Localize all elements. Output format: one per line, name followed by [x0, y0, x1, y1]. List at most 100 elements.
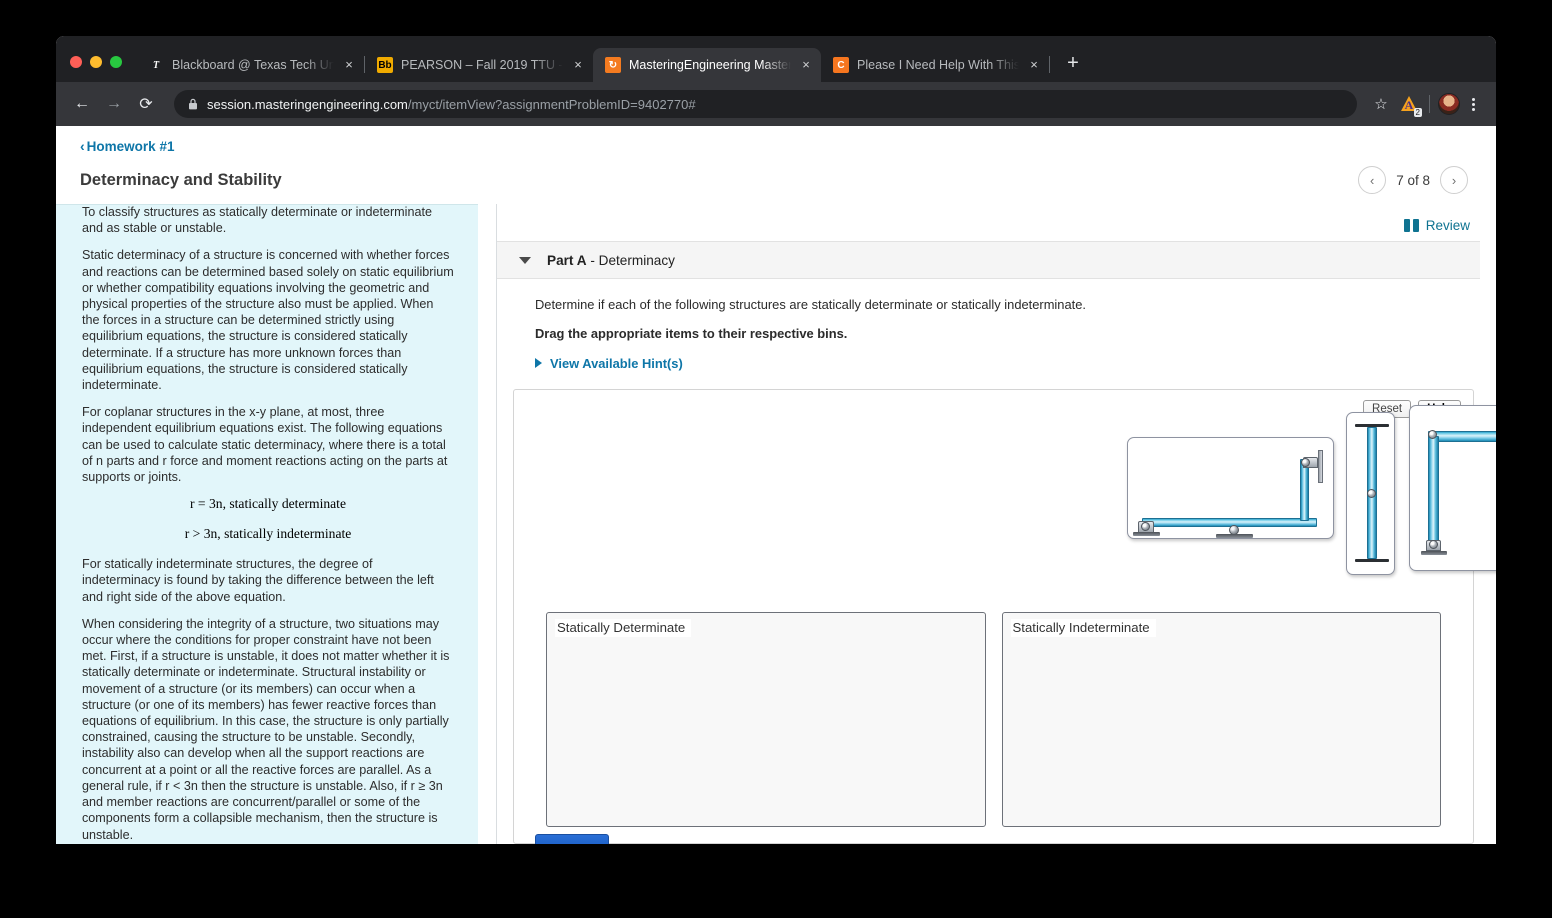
part-a-label: Part A - Determinacy: [547, 253, 675, 268]
panel-gap: [478, 204, 496, 844]
beam-member: [1142, 517, 1317, 527]
wall-support: [1318, 449, 1323, 483]
left-column-member: [1428, 435, 1439, 546]
tab-strip: T Blackboard @ Texas Tech Unive × Bb PEA…: [56, 36, 1496, 82]
svg-text:A: A: [1405, 98, 1414, 112]
problem-intro-panel: To classify structures as statically det…: [56, 204, 478, 844]
problem-pager: ‹ 7 of 8 ›: [1358, 166, 1472, 194]
bin-statically-determinate[interactable]: Statically Determinate: [546, 611, 986, 827]
submit-button[interactable]: [535, 834, 609, 844]
drag-and-drop-widget: Reset Help: [513, 388, 1496, 844]
browser-window: T Blackboard @ Texas Tech Unive × Bb PEA…: [56, 36, 1496, 844]
reload-button[interactable]: ⟳: [132, 90, 160, 118]
pin-joint-icon: [1301, 457, 1310, 467]
address-bar[interactable]: session.masteringengineering.com/myct/it…: [174, 90, 1357, 118]
close-icon[interactable]: ×: [342, 58, 356, 72]
question-prompt: Determine if each of the following struc…: [535, 297, 1086, 312]
part-subtitle: Determinacy: [598, 252, 675, 268]
tab-title: Please I Need Help With This Q: [857, 58, 1019, 72]
url-host: session.masteringengineering.com: [207, 96, 408, 112]
back-button[interactable]: ←: [68, 90, 96, 118]
pin-joint-icon: [1429, 539, 1438, 549]
review-link[interactable]: Review: [1403, 218, 1470, 233]
extension-badge: 2: [1413, 108, 1422, 117]
draggable-item-vertical-column-structure[interactable]: [1346, 411, 1395, 575]
review-label: Review: [1425, 218, 1470, 233]
pin-joint-icon: [1367, 488, 1376, 498]
bottom-fixed-support: [1355, 558, 1389, 562]
chevron-left-icon: ‹: [80, 138, 85, 154]
vertical-member: [1300, 458, 1309, 521]
browser-tab-blackboard[interactable]: T Blackboard @ Texas Tech Unive ×: [136, 48, 364, 82]
tab-title: Blackboard @ Texas Tech Unive: [172, 58, 334, 72]
breadcrumb-label: Homework #1: [86, 138, 175, 154]
address-bar-url: session.masteringengineering.com/myct/it…: [207, 97, 696, 112]
caret-down-icon[interactable]: [519, 256, 531, 264]
new-tab-button[interactable]: +: [1058, 49, 1088, 79]
problem-counter: 7 of 8: [1396, 172, 1430, 188]
tab-title: MasteringEngineering Masterin: [629, 58, 791, 72]
intro-paragraph-4: When considering the integrity of a stru…: [82, 616, 450, 842]
answer-bins: Statically Determinate Statically Indete…: [546, 611, 1441, 827]
browser-tab-pearson[interactable]: Bb PEARSON – Fall 2019 TTU - Str ×: [365, 48, 593, 82]
intro-paragraph-2: Static determinacy of a structure is con…: [82, 248, 454, 393]
part-name: Part A: [547, 252, 587, 268]
body-split: To classify structures as statically det…: [56, 204, 1496, 844]
page-header: ‹ Homework #1 Determinacy and Stability …: [56, 126, 1496, 194]
draggable-item-portal-frame-structure[interactable]: [1409, 404, 1496, 571]
equation-determinate: r = 3n, statically determinate: [189, 496, 346, 512]
next-problem-button[interactable]: ›: [1440, 166, 1468, 194]
kebab-menu-icon[interactable]: [1462, 96, 1484, 113]
close-icon[interactable]: ×: [1027, 58, 1041, 72]
intro-paragraph-3: For statically indeterminate structures,…: [82, 557, 434, 604]
bookmark-star-icon[interactable]: ☆: [1367, 95, 1395, 113]
mastering-refresh-icon: ↻: [605, 57, 621, 73]
question-instruction: Drag the appropriate items to their resp…: [535, 326, 848, 341]
pin-joint-icon: [1428, 429, 1437, 439]
pin-joint-icon: [1141, 521, 1150, 531]
browser-toolbar: ← → ⟳ session.masteringengineering.com/m…: [56, 82, 1496, 126]
equation-indeterminate: r > 3n, statically indeterminate: [184, 526, 352, 542]
review-row: Review: [497, 204, 1496, 241]
toolbar-divider: [1429, 95, 1430, 113]
toolbar-actions: ☆ A 2: [1367, 93, 1484, 117]
left-support-base: [1421, 550, 1447, 555]
blackboard-bb-icon: Bb: [377, 57, 393, 73]
view-hints-label: View Available Hint(s): [550, 355, 683, 371]
close-icon[interactable]: ×: [799, 58, 813, 72]
chegg-c-icon: C: [833, 57, 849, 73]
bin-label: Statically Indeterminate: [1010, 618, 1156, 637]
maximize-window-button[interactable]: [110, 56, 122, 68]
bin-label: Statically Determinate: [555, 618, 692, 637]
lock-icon: [189, 98, 197, 110]
browser-tab-chegg[interactable]: C Please I Need Help With This Q ×: [821, 48, 1049, 82]
part-a-body: Determine if each of the following struc…: [497, 279, 1496, 375]
minimize-window-button[interactable]: [90, 56, 102, 68]
intro-paragraph-coplanar: For coplanar structures in the x-y plane…: [82, 405, 448, 485]
tab-divider: [1049, 56, 1050, 73]
part-a-header[interactable]: Part A - Determinacy: [497, 241, 1480, 279]
bin-statically-indeterminate[interactable]: Statically Indeterminate: [1001, 611, 1441, 827]
page-title: Determinacy and Stability: [80, 170, 282, 189]
ttu-double-t-icon: T: [152, 59, 160, 71]
forward-button[interactable]: →: [100, 90, 128, 118]
tab-title: PEARSON – Fall 2019 TTU - Str: [401, 58, 563, 72]
view-hints-link[interactable]: View Available Hint(s): [535, 356, 683, 371]
previous-problem-button[interactable]: ‹: [1358, 166, 1387, 194]
avatar[interactable]: [1438, 93, 1460, 115]
breadcrumb[interactable]: ‹ Homework #1: [80, 138, 174, 154]
problem-main-panel: Review Part A - Determinacy Determine if…: [496, 204, 1496, 844]
url-path: /myct/itemView?assignmentProblemID=94027…: [407, 96, 696, 112]
draggable-items-tray: [514, 404, 1496, 601]
caret-right-icon: [535, 358, 542, 368]
support-base: [1133, 531, 1160, 536]
window-traffic-lights: [56, 56, 136, 82]
draggable-item-beam-pin-roller-wall-structure[interactable]: [1127, 436, 1334, 539]
close-icon[interactable]: ×: [571, 58, 585, 72]
book-icon: [1403, 219, 1419, 232]
browser-tab-masteringengineering[interactable]: ↻ MasteringEngineering Masterin ×: [593, 48, 821, 82]
extension-icon[interactable]: A 2: [1397, 93, 1422, 117]
close-window-button[interactable]: [70, 56, 82, 68]
intro-paragraph-1: To classify structures as statically det…: [82, 205, 432, 236]
part-separator: -: [586, 252, 599, 268]
